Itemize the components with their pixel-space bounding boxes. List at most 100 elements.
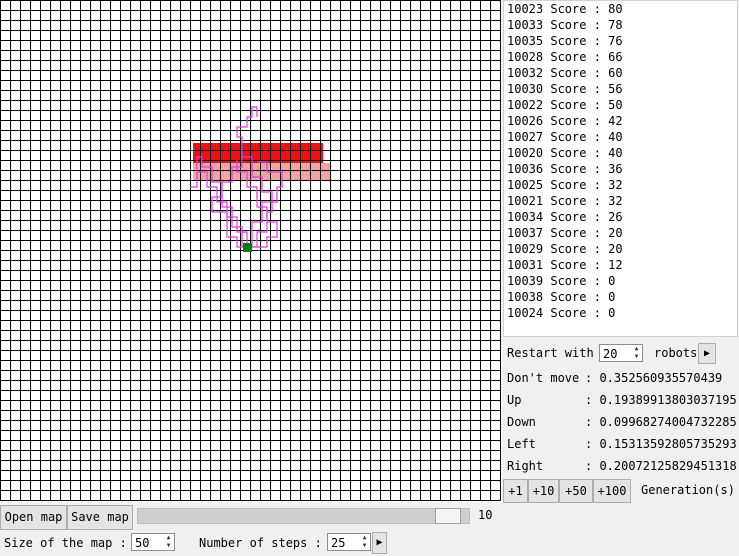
score-list[interactable]: 10023 Score : 80 10033 Score : 78 10035 Sc…: [503, 0, 738, 337]
score-row[interactable]: 10032 Score : 60: [504, 65, 737, 81]
score-row[interactable]: 10038 Score : 0: [504, 289, 737, 305]
generation-button[interactable]: +50: [559, 479, 593, 503]
score-value: 36: [608, 162, 623, 176]
score-row[interactable]: 10031 Score : 12: [504, 257, 737, 273]
move-probability: 0.15313592805735293: [599, 437, 737, 451]
score-row[interactable]: 10035 Score : 76: [504, 33, 737, 49]
score-row[interactable]: 10025 Score : 32: [504, 177, 737, 193]
score-row[interactable]: 10029 Score : 20: [504, 241, 737, 257]
score-value: 40: [608, 146, 623, 160]
robot-id: 10036: [507, 162, 544, 176]
score-value: 40: [608, 130, 623, 144]
steps-value: 25: [331, 536, 346, 550]
robots-count-value: 20: [603, 347, 618, 361]
generation-button[interactable]: +10: [528, 479, 559, 503]
move-probability: 0.1938991380303719​5: [599, 393, 737, 407]
map-size-value: 50: [135, 536, 150, 550]
steps-play-button[interactable]: ▶: [372, 532, 387, 554]
robot-id: 10027: [507, 130, 544, 144]
score-row[interactable]: 10033 Score : 78: [504, 17, 737, 33]
score-row[interactable]: 10030 Score : 56: [504, 81, 737, 97]
score-row[interactable]: 10027 Score : 40: [504, 129, 737, 145]
score-label: Score: [550, 66, 587, 80]
robot-id: 10024: [507, 306, 544, 320]
move-name: Left: [507, 437, 536, 451]
score-label: Score: [550, 2, 587, 16]
robot-id: 10025: [507, 178, 544, 192]
score-label: Score: [550, 274, 587, 288]
score-value: 0: [608, 306, 616, 320]
generation-button[interactable]: +100: [593, 479, 631, 503]
steps-spinbox[interactable]: 25 ▲ ▼: [327, 533, 371, 551]
map-size-slider[interactable]: [137, 508, 470, 524]
score-row[interactable]: 10026 Score : 42: [504, 113, 737, 129]
robot-start: [243, 243, 252, 252]
play-icon: ▶: [703, 348, 711, 359]
score-value: 50: [608, 98, 623, 112]
score-label: Score: [550, 130, 587, 144]
spin-arrows-icon[interactable]: ▲ ▼: [359, 534, 370, 550]
score-value: 12: [608, 258, 623, 272]
robot-id: 10022: [507, 98, 544, 112]
score-row[interactable]: 10036 Score : 36: [504, 161, 737, 177]
score-row[interactable]: 10022 Score : 50: [504, 97, 737, 113]
score-value: 60: [608, 66, 623, 80]
map-size-spinbox[interactable]: 50 ▲ ▼: [131, 533, 175, 551]
score-row[interactable]: 10039 Score : 0: [504, 273, 737, 289]
score-value: 56: [608, 82, 623, 96]
robot-id: 10032: [507, 66, 544, 80]
probability-row: Don't move: 0.352560935570439: [507, 367, 737, 389]
spin-arrows-icon[interactable]: ▲ ▼: [163, 534, 174, 550]
open-map-button[interactable]: Open map: [0, 505, 67, 530]
score-value: 76: [608, 34, 623, 48]
restart-button[interactable]: ▶: [698, 343, 716, 364]
score-row[interactable]: 10020 Score : 40: [504, 145, 737, 161]
robot-id: 10030: [507, 82, 544, 96]
score-value: 32: [608, 194, 623, 208]
score-label: Score: [550, 306, 587, 320]
score-value: 66: [608, 50, 623, 64]
score-row[interactable]: 10034 Score : 26: [504, 209, 737, 225]
robot-id: 10023: [507, 2, 544, 16]
robot-id: 10038: [507, 290, 544, 304]
map-grid[interactable]: [0, 0, 502, 502]
score-row[interactable]: 10021 Score : 32: [504, 193, 737, 209]
probability-row: Up: 0.1938991380303719​5: [507, 389, 737, 411]
robot-id: 10037: [507, 226, 544, 240]
slider-value: 10: [478, 508, 493, 522]
score-label: Score: [550, 82, 587, 96]
robots-count-spinbox[interactable]: 20 ▲ ▼: [599, 344, 643, 362]
move-probability: 0.352560935570439: [599, 371, 723, 385]
score-value: 42: [608, 114, 623, 128]
steps-label: Number of steps :: [199, 536, 322, 550]
score-row[interactable]: 10023 Score : 80: [504, 1, 737, 17]
score-value: 80: [608, 2, 623, 16]
save-map-button[interactable]: Save map: [67, 505, 133, 530]
generation-button[interactable]: +1: [503, 479, 528, 503]
score-label: Score: [550, 146, 587, 160]
score-row[interactable]: 10037 Score : 20: [504, 225, 737, 241]
slider-thumb[interactable]: [435, 508, 461, 524]
spin-arrows-icon[interactable]: ▲ ▼: [631, 345, 642, 361]
score-label: Score: [550, 114, 587, 128]
robot-id: 10021: [507, 194, 544, 208]
move-probabilities: Don't move: 0.352560935570439 Up: 0.19389…: [507, 367, 737, 477]
move-probability: 0.20072125829451318: [599, 459, 737, 473]
robot-id: 10039: [507, 274, 544, 288]
robot-id: 10028: [507, 50, 544, 64]
robot-id: 10031: [507, 258, 544, 272]
score-row[interactable]: 10024 Score : 0: [504, 305, 737, 321]
score-value: 78: [608, 18, 623, 32]
score-label: Score: [550, 210, 587, 224]
score-label: Score: [550, 194, 587, 208]
score-label: Score: [550, 98, 587, 112]
generations-label: Generation(s): [641, 483, 735, 497]
robot-id: 10029: [507, 242, 544, 256]
score-label: Score: [550, 178, 587, 192]
generation-row: Generation(s) +1 +10 +50 +100: [503, 479, 739, 503]
score-value: 0: [608, 290, 616, 304]
probability-row: Left: 0.15313592805735293: [507, 433, 737, 455]
score-value: 0: [608, 274, 616, 288]
score-row[interactable]: 10028 Score : 66: [504, 49, 737, 65]
robot-id: 10026: [507, 114, 544, 128]
